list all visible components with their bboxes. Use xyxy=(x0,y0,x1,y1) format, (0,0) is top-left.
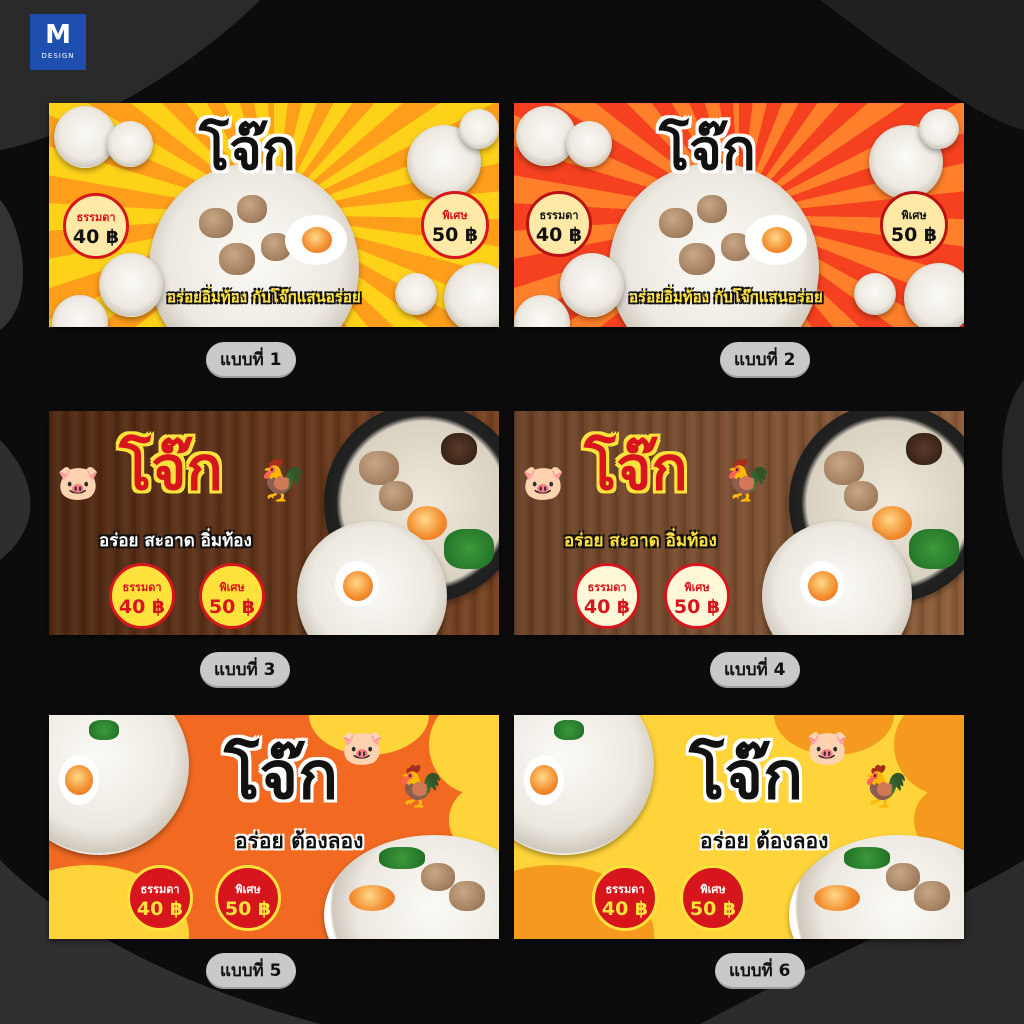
logo-mark: M xyxy=(45,20,71,50)
banner-design-4[interactable]: โจ๊ก 🐷 🐓 อร่อย สะอาด อิ่มท้อง ธรรมดา 40 … xyxy=(514,411,964,635)
banner-design-3[interactable]: โจ๊ก 🐷 🐓 อร่อย สะอาด อิ่มท้อง ธรรมดา 40 … xyxy=(49,411,499,635)
price-special-badge: พิเศษ 50 ฿ xyxy=(880,191,948,259)
price-regular-badge: ธรรมดา 40 ฿ xyxy=(526,191,592,257)
price-regular-badge: ธรรมดา 40 ฿ xyxy=(127,865,193,931)
banner-title: โจ๊ก xyxy=(119,434,223,504)
rooster-icon: 🐓 xyxy=(395,764,445,810)
banner-title: โจ๊ก xyxy=(199,118,296,183)
price-regular-badge: ธรรมดา 40 ฿ xyxy=(592,865,658,931)
banner-tagline: อร่อย สะอาด อิ่มท้อง xyxy=(564,531,717,551)
banner-title: โจ๊ก xyxy=(689,737,804,814)
rooster-icon: 🐓 xyxy=(257,458,307,504)
price-special-badge: พิเศษ 50 ฿ xyxy=(199,563,265,629)
price-special-badge: พิเศษ 50 ฿ xyxy=(680,865,746,931)
price-regular-badge: ธรรมดา 40 ฿ xyxy=(63,193,129,259)
price-regular-badge: ธรรมดา 40 ฿ xyxy=(574,563,640,629)
banner-title: โจ๊ก xyxy=(224,737,339,814)
rooster-icon: 🐓 xyxy=(860,764,910,810)
banner-design-5[interactable]: โจ๊ก 🐷 🐓 อร่อย ต้องลอง ธรรมดา 40 ฿ พิเศษ… xyxy=(49,715,499,939)
caption-design-4: แบบที่ 4 xyxy=(710,652,800,688)
pig-icon: 🐷 xyxy=(522,463,565,503)
banner-design-2[interactable]: โจ๊ก ธรรมดา 40 ฿ พิเศษ 50 ฿ อร่อยอิ่มท้อ… xyxy=(514,103,964,327)
price-special-badge: พิเศษ 50 ฿ xyxy=(421,191,489,259)
banner-tagline: อร่อยอิ่มท้อง กับโจ๊กแสนอร่อย xyxy=(167,288,361,306)
banner-title: โจ๊ก xyxy=(659,118,756,183)
banner-tagline: อร่อย ต้องลอง xyxy=(700,829,829,853)
logo-text: DESIGN xyxy=(41,52,75,60)
banner-design-1[interactable]: โจ๊ก ธรรมดา 40 ฿ พิเศษ 50 ฿ อร่อยอิ่มท้อ… xyxy=(49,103,499,327)
banner-tagline: อร่อย สะอาด อิ่มท้อง xyxy=(99,531,252,551)
rooster-icon: 🐓 xyxy=(722,458,772,504)
caption-design-3: แบบที่ 3 xyxy=(200,652,290,688)
caption-design-2: แบบที่ 2 xyxy=(720,342,810,378)
price-regular-badge: ธรรมดา 40 ฿ xyxy=(109,563,175,629)
price-special-badge: พิเศษ 50 ฿ xyxy=(215,865,281,931)
pig-icon: 🐷 xyxy=(806,728,849,768)
caption-design-1: แบบที่ 1 xyxy=(206,342,296,378)
banner-design-6[interactable]: โจ๊ก 🐷 🐓 อร่อย ต้องลอง ธรรมดา 40 ฿ พิเศษ… xyxy=(514,715,964,939)
banner-tagline: อร่อยอิ่มท้อง กับโจ๊กแสนอร่อย xyxy=(629,288,823,306)
banner-title: โจ๊ก xyxy=(584,434,688,504)
pig-icon: 🐷 xyxy=(57,463,100,503)
price-special-badge: พิเศษ 50 ฿ xyxy=(664,563,730,629)
banner-tagline: อร่อย ต้องลอง xyxy=(235,829,364,853)
caption-design-6: แบบที่ 6 xyxy=(715,953,805,989)
caption-design-5: แบบที่ 5 xyxy=(206,953,296,989)
pig-icon: 🐷 xyxy=(341,728,384,768)
brand-logo: M DESIGN xyxy=(30,14,86,70)
